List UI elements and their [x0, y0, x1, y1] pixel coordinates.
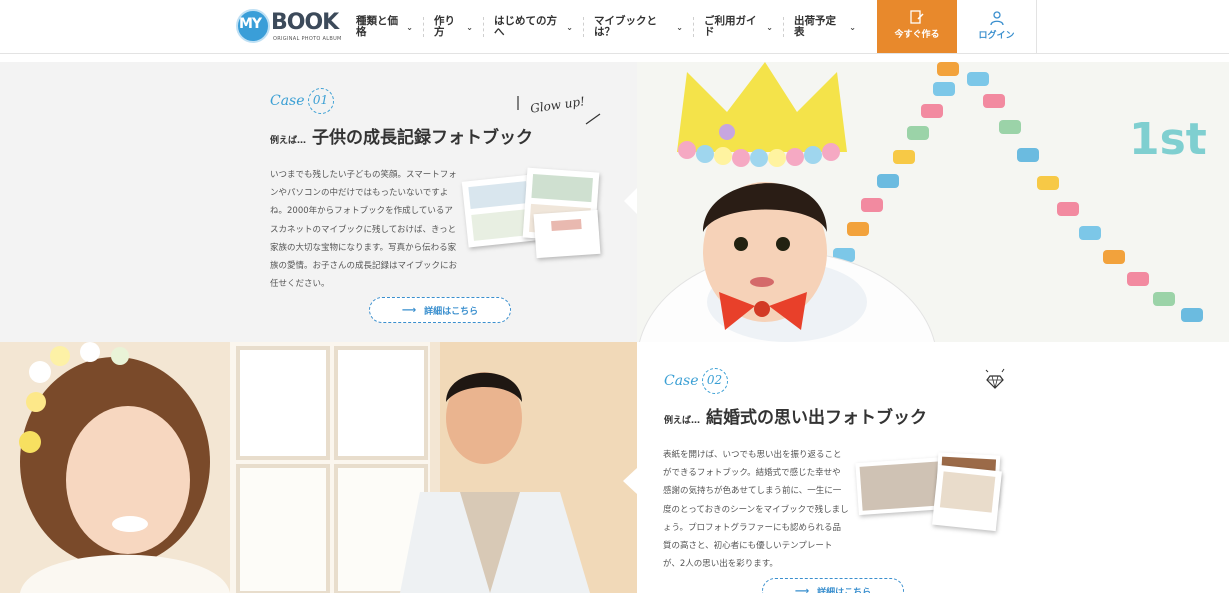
title-prefix: 例えば…	[270, 136, 307, 146]
nav-label: 種類と価 格	[356, 15, 398, 38]
chevron-down-icon: ⌄	[849, 22, 856, 32]
create-now-label: 今すぐ作る	[894, 30, 940, 40]
nav-item-about[interactable]: マイブックと は？ ⌄	[584, 15, 694, 38]
case-number: 01	[307, 88, 334, 114]
logo-subtitle: ORIGINAL PHOTO ALBUM	[273, 36, 342, 42]
glow-up-deco: Glow up!	[516, 94, 606, 126]
detail-button-label: 詳細はこちら	[424, 306, 479, 317]
baby-birthday-photo: 1st	[637, 62, 1229, 342]
title-prefix: 例えば…	[664, 416, 701, 426]
site-header: MY BOOK ORIGINAL PHOTO ALBUM 種類と価 格 ⌄ 作り…	[0, 0, 1229, 54]
nav-label: 出荷予定表	[794, 15, 836, 38]
case01-label: Case 01	[270, 88, 334, 114]
arrow-right-icon: ⟶	[401, 304, 417, 316]
arrow-right-icon: ⟶	[794, 585, 810, 593]
diamond-ring-icon	[985, 368, 1005, 389]
nav-item-shipping-schedule[interactable]: 出荷予定表 ⌄	[784, 15, 866, 38]
nav-label: 作り方	[434, 15, 455, 38]
login-button[interactable]: ログイン	[957, 0, 1037, 53]
nav-item-first-time[interactable]: はじめての方 へ ⌄	[484, 15, 584, 38]
nav-item-types-prices[interactable]: 種類と価 格 ⌄	[346, 15, 424, 38]
chevron-down-icon: ⌄	[766, 22, 773, 32]
nav-item-guide[interactable]: ご利用ガイ ド ⌄	[694, 15, 784, 38]
case02-description: 表紙を開けば、いつでも思い出を振り返ることができるフォトブック。結婚式で感じた幸…	[663, 450, 849, 570]
nav-label: ご利用ガイ ド	[704, 15, 757, 38]
main-nav: 種類と価 格 ⌄ 作り方 ⌄ はじめての方 へ ⌄ マイブックと は？ ⌄ ご利…	[346, 0, 866, 54]
case02-title: 結婚式の思い出フォトブック	[706, 408, 928, 428]
chevron-down-icon: ⌄	[676, 22, 683, 32]
nav-label: はじめての方 へ	[494, 15, 557, 38]
nav-label: マイブックと は？	[594, 15, 657, 38]
user-icon	[989, 11, 1004, 26]
panel-notch	[624, 188, 637, 214]
case-word: Case	[664, 373, 699, 389]
case01-title-row: 例えば… 子供の成長記録フォトブック	[270, 123, 533, 148]
case02-label: Case 02	[664, 368, 728, 394]
wedding-photo-illustration	[0, 342, 637, 593]
case-number: 02	[701, 368, 728, 394]
case02-title-row: 例えば… 結婚式の思い出フォトブック	[664, 403, 927, 428]
baby-photo-illustration	[637, 62, 1229, 342]
kids-photobook-image	[461, 167, 605, 259]
case01-detail-button[interactable]: ⟶ 詳細はこちら	[369, 297, 511, 323]
case01-description: いつまでも残したい子どもの笑顔。スマートフォンやパソコンの中だけではもったいない…	[270, 170, 458, 290]
logo-book-text: BOOK	[271, 10, 339, 35]
panel-notch	[623, 468, 637, 494]
chevron-down-icon: ⌄	[466, 22, 473, 32]
login-label: ログイン	[978, 31, 1015, 41]
mybook-logo[interactable]: MY BOOK ORIGINAL PHOTO ALBUM	[236, 8, 341, 44]
nav-item-how-to[interactable]: 作り方 ⌄	[424, 15, 484, 38]
edit-book-icon	[910, 10, 924, 24]
create-now-button[interactable]: 今すぐ作る	[877, 0, 957, 53]
wedding-photo	[0, 342, 637, 593]
photobook-cover	[533, 209, 601, 259]
detail-button-label: 詳細はこちら	[817, 587, 872, 593]
wedding-photobook-image	[855, 452, 1005, 532]
case01-title: 子供の成長記録フォトブック	[312, 128, 534, 148]
case-word: Case	[270, 93, 305, 109]
chevron-down-icon: ⌄	[566, 22, 573, 32]
photobook-cover	[932, 464, 1002, 532]
case02-detail-button[interactable]: ⟶ 詳細はこちら	[762, 578, 904, 593]
logo-my-text: MY	[239, 16, 262, 32]
first-birthday-text: 1st	[1129, 114, 1207, 165]
chevron-down-icon: ⌄	[406, 22, 413, 32]
